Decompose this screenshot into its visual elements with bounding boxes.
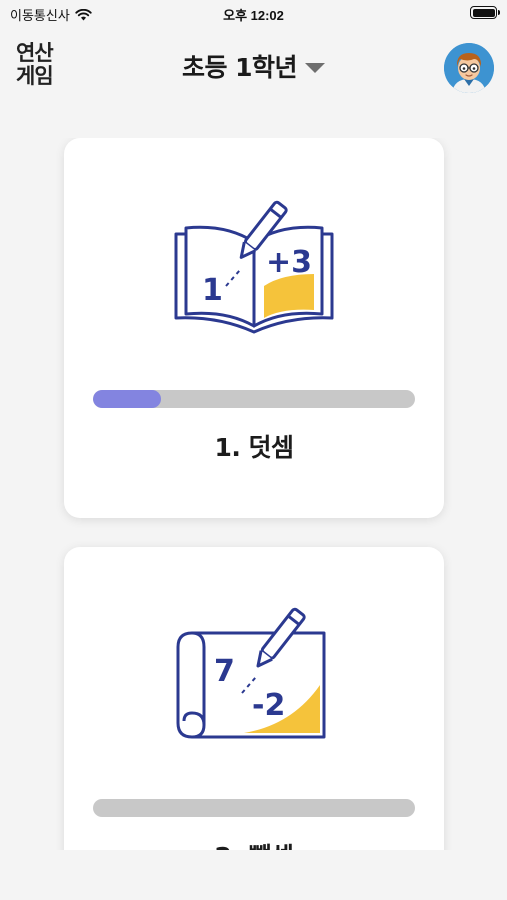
caret-down-icon xyxy=(305,63,326,73)
progress-fill xyxy=(93,390,161,408)
progress-track xyxy=(93,799,415,817)
illustration-left-number: 1 xyxy=(202,273,223,308)
illustration-left-number: 7 xyxy=(214,654,235,689)
progress-track xyxy=(93,390,415,408)
battery-level xyxy=(472,8,495,17)
avatar-icon xyxy=(444,43,494,93)
operation-card-list: 1 +3 1. 덧셈 7 -2 xyxy=(0,138,507,850)
status-time: 오후 12:02 xyxy=(223,8,284,23)
avatar[interactable] xyxy=(444,43,494,93)
card-title: 2. 뺄셈 xyxy=(64,837,444,850)
book-pencil-icon: 1 +3 xyxy=(174,200,334,334)
grade-selector[interactable]: 초등 1학년 xyxy=(0,48,507,84)
illustration-right-number: +3 xyxy=(266,245,312,280)
card-addition[interactable]: 1 +3 1. 덧셈 xyxy=(64,138,444,518)
grade-label: 초등 1학년 xyxy=(181,53,298,82)
scroll-pencil-icon: 7 -2 xyxy=(176,607,326,739)
card-title: 1. 덧셈 xyxy=(214,433,294,462)
card-subtraction[interactable]: 7 -2 2. 뺄셈 xyxy=(64,547,444,850)
illustration-right-number: -2 xyxy=(252,688,285,723)
battery-icon xyxy=(470,6,500,19)
app-header: 연산 게임 초등 1학년 xyxy=(0,26,507,110)
status-bar: 이동통신사 오후 12:02 xyxy=(0,0,507,26)
